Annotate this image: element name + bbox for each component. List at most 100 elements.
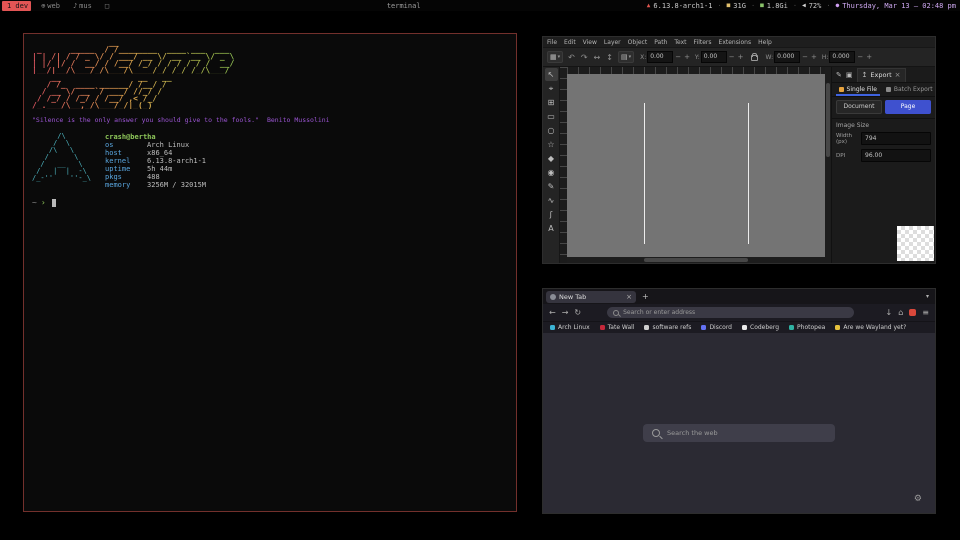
stepper-minus-button[interactable]: −	[801, 53, 809, 61]
tool-shape-builder[interactable]: ⊞	[545, 96, 558, 109]
workspace-item[interactable]: ♪ mus	[70, 1, 95, 11]
export-scope-button[interactable]: Document	[836, 100, 882, 114]
stepper-minus-button[interactable]: −	[728, 53, 736, 61]
browser-tab[interactable]: New Tab ×	[546, 291, 636, 303]
newtab-search-box[interactable]: Search the web	[643, 424, 835, 442]
workspace-icon: □	[105, 2, 109, 10]
reload-button[interactable]: ↻	[574, 308, 581, 317]
tool-3dbox[interactable]: ◆	[545, 152, 558, 165]
dpi-field-row: DPI 96.00	[832, 147, 935, 164]
tool-glyph: ▭	[547, 112, 555, 121]
dpi-label: DPI	[836, 153, 858, 159]
close-icon[interactable]: ×	[895, 71, 901, 79]
fetch-label: kernel	[105, 157, 147, 165]
stepper-plus-button[interactable]: +	[810, 53, 818, 61]
width-input[interactable]: 794	[861, 132, 931, 145]
tab-overflow-icon[interactable]: ▾	[926, 293, 929, 300]
align-dropdown[interactable]: ▤ ▾	[618, 51, 634, 63]
scrollbar-thumb[interactable]	[644, 258, 747, 262]
stepper-minus-button[interactable]: −	[856, 53, 864, 61]
export-mode-tab[interactable]: Batch Export	[884, 83, 936, 96]
selection-mode-dropdown[interactable]: ▦ ▾	[547, 51, 563, 63]
download-icon[interactable]: ↓	[886, 308, 893, 317]
bookmark-item[interactable]: software refs	[644, 324, 691, 331]
tool-spiral[interactable]: ◉	[545, 166, 558, 179]
stepper-plus-button[interactable]: +	[737, 53, 745, 61]
new-tab-page: Search the web ⚙	[543, 333, 935, 513]
flip-horizontal-icon[interactable]: ↔	[593, 53, 602, 62]
tool-glyph: ✎	[548, 182, 555, 191]
home-icon[interactable]: ⌂	[898, 308, 903, 317]
coordinate-input[interactable]: 0.00	[701, 51, 727, 63]
export-scope-button[interactable]: Page	[885, 100, 931, 114]
rotate-cw-icon[interactable]: ↷	[580, 53, 589, 62]
forward-button[interactable]: →	[562, 308, 569, 317]
size-input[interactable]: 0.000	[829, 51, 855, 63]
tool-text[interactable]: A	[545, 222, 558, 235]
swatches-dialog-icon[interactable]: ▣	[846, 71, 853, 79]
dpi-input[interactable]: 96.00	[861, 149, 931, 162]
workspace-item[interactable]: 1 dev	[2, 1, 31, 11]
rotate-ccw-icon[interactable]: ↶	[567, 53, 576, 62]
workspace-list: 1 dev ⊕ web ♪ mus □	[0, 1, 253, 11]
flip-vertical-icon[interactable]: ↕	[605, 53, 614, 62]
menu-item[interactable]: View	[583, 39, 597, 46]
gear-icon[interactable]: ⚙	[914, 494, 922, 504]
tab-close-icon[interactable]: ×	[626, 293, 632, 301]
menu-item[interactable]: Path	[654, 39, 667, 46]
menu-item[interactable]: Extensions	[719, 39, 752, 46]
coordinate-input[interactable]: 0.00	[647, 51, 673, 63]
tool-ellipse[interactable]: ○	[545, 124, 558, 137]
workspace-icon: ⊕	[41, 2, 45, 10]
back-button[interactable]: ←	[549, 308, 556, 317]
adblock-icon[interactable]	[909, 309, 916, 316]
export-mode-tab[interactable]: Single File	[832, 83, 884, 96]
separator: ·	[793, 2, 797, 10]
pencil-dialog-icon[interactable]: ✎	[836, 71, 842, 79]
shell-prompt[interactable]: ~ ›	[32, 198, 508, 207]
bookmark-item[interactable]: Are we Wayland yet?	[835, 324, 906, 331]
terminal-window[interactable]: __ _ _____ / /________ ____ ___ ___ | | …	[23, 33, 517, 512]
url-bar[interactable]: Search or enter address	[607, 307, 853, 318]
menu-item[interactable]: File	[547, 39, 557, 46]
menu-item[interactable]: Layer	[604, 39, 621, 46]
stepper-minus-button[interactable]: −	[674, 53, 682, 61]
lock-ratio-icon[interactable]	[751, 55, 758, 61]
tool-rectangle[interactable]: ▭	[545, 110, 558, 123]
inkscape-canvas[interactable]	[567, 74, 825, 257]
tool-pen[interactable]: ∿	[545, 194, 558, 207]
bookmark-item[interactable]: Photopea	[789, 324, 825, 331]
stepper-plus-button[interactable]: +	[683, 53, 691, 61]
workspace-item[interactable]: □	[102, 1, 114, 11]
bookmark-item[interactable]: Tate Wall	[600, 324, 635, 331]
export-tab-label: Export	[870, 71, 891, 79]
menu-item[interactable]: Text	[674, 39, 686, 46]
horizontal-scrollbar[interactable]	[567, 257, 825, 263]
tool-calligraphy[interactable]: ʃ	[545, 208, 558, 221]
export-dialog-tab[interactable]: ↥ Export ×	[857, 68, 906, 82]
menu-item[interactable]: Help	[758, 39, 772, 46]
menu-icon[interactable]: ≡	[922, 308, 929, 317]
menu-item[interactable]: Filters	[694, 39, 712, 46]
fetch-row: uptime 5h 44m	[105, 165, 206, 173]
page-border-left	[644, 103, 645, 244]
size-input[interactable]: 0.000	[774, 51, 800, 63]
fetch-row: host x86_64	[105, 149, 206, 157]
bookmark-item[interactable]: Codeberg	[742, 324, 779, 331]
tool-selector[interactable]: ↖	[545, 68, 558, 81]
tool-pencil[interactable]: ✎	[545, 180, 558, 193]
menu-item[interactable]: Object	[628, 39, 648, 46]
bookmark-item[interactable]: Arch Linux	[550, 324, 590, 331]
scrollbar-thumb[interactable]	[826, 83, 830, 157]
tool-star[interactable]: ☆	[545, 138, 558, 151]
bookmark-icon	[600, 325, 605, 330]
fetch-label: os	[105, 141, 147, 149]
bookmark-icon	[701, 325, 706, 330]
stepper-plus-button[interactable]: +	[865, 53, 873, 61]
bookmark-item[interactable]: Discord	[701, 324, 732, 331]
workspace-item[interactable]: ⊕ web	[38, 1, 63, 11]
new-tab-button[interactable]: +	[642, 292, 649, 301]
focused-window-title: terminal	[253, 2, 554, 10]
menu-item[interactable]: Edit	[564, 39, 576, 46]
tool-node-editor[interactable]: ⌖	[545, 82, 558, 95]
